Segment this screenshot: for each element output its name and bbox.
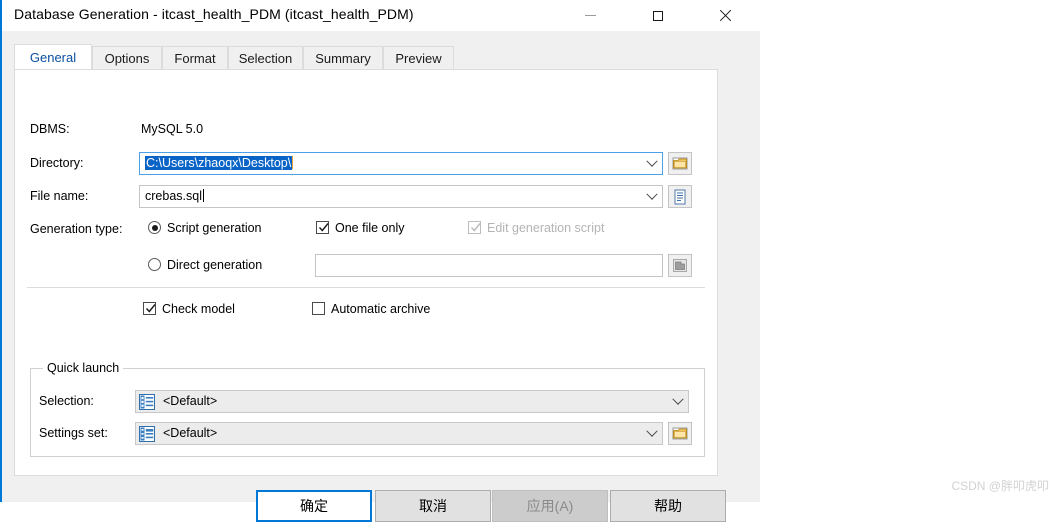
automatic-archive-checkbox[interactable] (312, 302, 325, 315)
generation-type-label: Generation type: (30, 222, 123, 236)
check-model-checkbox[interactable] (143, 302, 156, 315)
quick-launch-selection-value: <Default> (163, 394, 218, 408)
chevron-down-icon (646, 188, 658, 200)
title-bar: Database Generation - itcast_health_PDM … (2, 0, 760, 31)
close-icon (719, 10, 731, 22)
desktop-background (760, 0, 1063, 502)
cancel-button[interactable]: 取消 (375, 490, 491, 522)
close-button[interactable] (702, 0, 748, 31)
tab-selection[interactable]: Selection (228, 46, 303, 70)
minimize-button[interactable] (567, 0, 613, 31)
checkmark-icon (470, 223, 481, 232)
tab-format-label: Format (174, 51, 216, 66)
filename-browse-button[interactable] (668, 185, 692, 208)
folder-icon (672, 157, 688, 170)
general-tab-panel: DBMS: MySQL 5.0 Directory: C:\Users\zhao… (14, 69, 718, 476)
tab-selection-label: Selection (238, 51, 293, 66)
tab-summary[interactable]: Summary (303, 46, 383, 70)
checkmark-icon (318, 223, 329, 232)
maximize-button[interactable] (635, 0, 681, 31)
directory-selected-text: C:\Users\zhaoqx\Desktop\ (145, 156, 293, 170)
checkmark-icon (145, 304, 156, 313)
text-caret-icon (292, 156, 294, 169)
dbms-value: MySQL 5.0 (141, 122, 204, 136)
tab-summary-label: Summary (315, 51, 371, 66)
direct-generation-radio[interactable] (148, 258, 161, 271)
filename-text: crebas.sql (145, 189, 202, 203)
direct-generation-browse-button[interactable] (668, 254, 692, 277)
tab-preview[interactable]: Preview (383, 46, 454, 70)
chevron-down-icon (646, 425, 658, 437)
quick-launch-settings-combo[interactable]: <Default> (135, 422, 663, 445)
filename-label: File name: (30, 189, 89, 203)
tab-general-label: General (29, 49, 77, 65)
tab-options-label: Options (104, 51, 150, 66)
tab-strip: General Options Format Selection Summary… (14, 44, 718, 70)
one-file-only-label: One file only (335, 221, 405, 235)
quick-launch-settings-value: <Default> (163, 426, 218, 440)
quick-launch-selection-label: Selection: (39, 394, 94, 408)
quick-launch-settings-browse-button[interactable] (668, 422, 692, 445)
apply-button: 应用(A) (492, 490, 608, 522)
quick-launch-group-title: Quick launch (43, 361, 124, 375)
directory-browse-button[interactable] (668, 152, 692, 175)
document-icon (674, 189, 686, 204)
filename-value: crebas.sql (145, 189, 204, 203)
automatic-archive-label: Automatic archive (331, 302, 431, 316)
edit-generation-script-label: Edit generation script (487, 221, 605, 235)
directory-dropdown-arrow[interactable] (642, 153, 662, 174)
help-button[interactable]: 帮助 (610, 490, 726, 522)
direct-generation-label: Direct generation (167, 258, 263, 272)
quick-launch-selection-dropdown-arrow[interactable] (668, 391, 688, 412)
direct-generation-input[interactable] (315, 254, 663, 277)
edit-generation-script-checkbox (468, 221, 481, 234)
filename-dropdown-arrow[interactable] (642, 186, 662, 207)
directory-label: Directory: (30, 156, 84, 170)
check-model-label: Check model (162, 302, 235, 316)
text-caret-icon (202, 189, 204, 202)
database-generation-dialog: Database Generation - itcast_health_PDM … (0, 0, 760, 522)
filename-combo[interactable]: crebas.sql (139, 185, 663, 208)
minimize-icon (584, 15, 596, 16)
chevron-down-icon (646, 155, 658, 167)
database-icon (673, 259, 687, 272)
one-file-only-checkbox[interactable] (316, 221, 329, 234)
tab-options[interactable]: Options (92, 46, 162, 70)
section-divider (27, 287, 705, 288)
script-generation-radio[interactable] (148, 221, 161, 234)
directory-value: C:\Users\zhaoqx\Desktop\ (145, 156, 294, 170)
list-settings-icon (139, 426, 155, 442)
maximize-icon (653, 10, 663, 21)
dialog-client-area: General Options Format Selection Summary… (4, 31, 760, 522)
tab-general[interactable]: General (14, 44, 92, 70)
quick-launch-settings-dropdown-arrow[interactable] (642, 423, 662, 444)
chevron-down-icon (672, 393, 684, 405)
list-selection-icon (139, 394, 155, 410)
quick-launch-settings-label: Settings set: (39, 426, 108, 440)
tab-preview-label: Preview (395, 51, 442, 66)
directory-combo[interactable]: C:\Users\zhaoqx\Desktop\ (139, 152, 663, 175)
tab-format[interactable]: Format (162, 46, 228, 70)
folder-icon (672, 427, 688, 440)
window-title: Database Generation - itcast_health_PDM … (14, 6, 414, 22)
csdn-watermark: CSDN @胖叩虎叩 (951, 479, 1049, 493)
dbms-label: DBMS: (30, 122, 70, 136)
ok-button[interactable]: 确定 (256, 490, 372, 522)
script-generation-label: Script generation (167, 221, 262, 235)
quick-launch-selection-combo[interactable]: <Default> (135, 390, 689, 413)
